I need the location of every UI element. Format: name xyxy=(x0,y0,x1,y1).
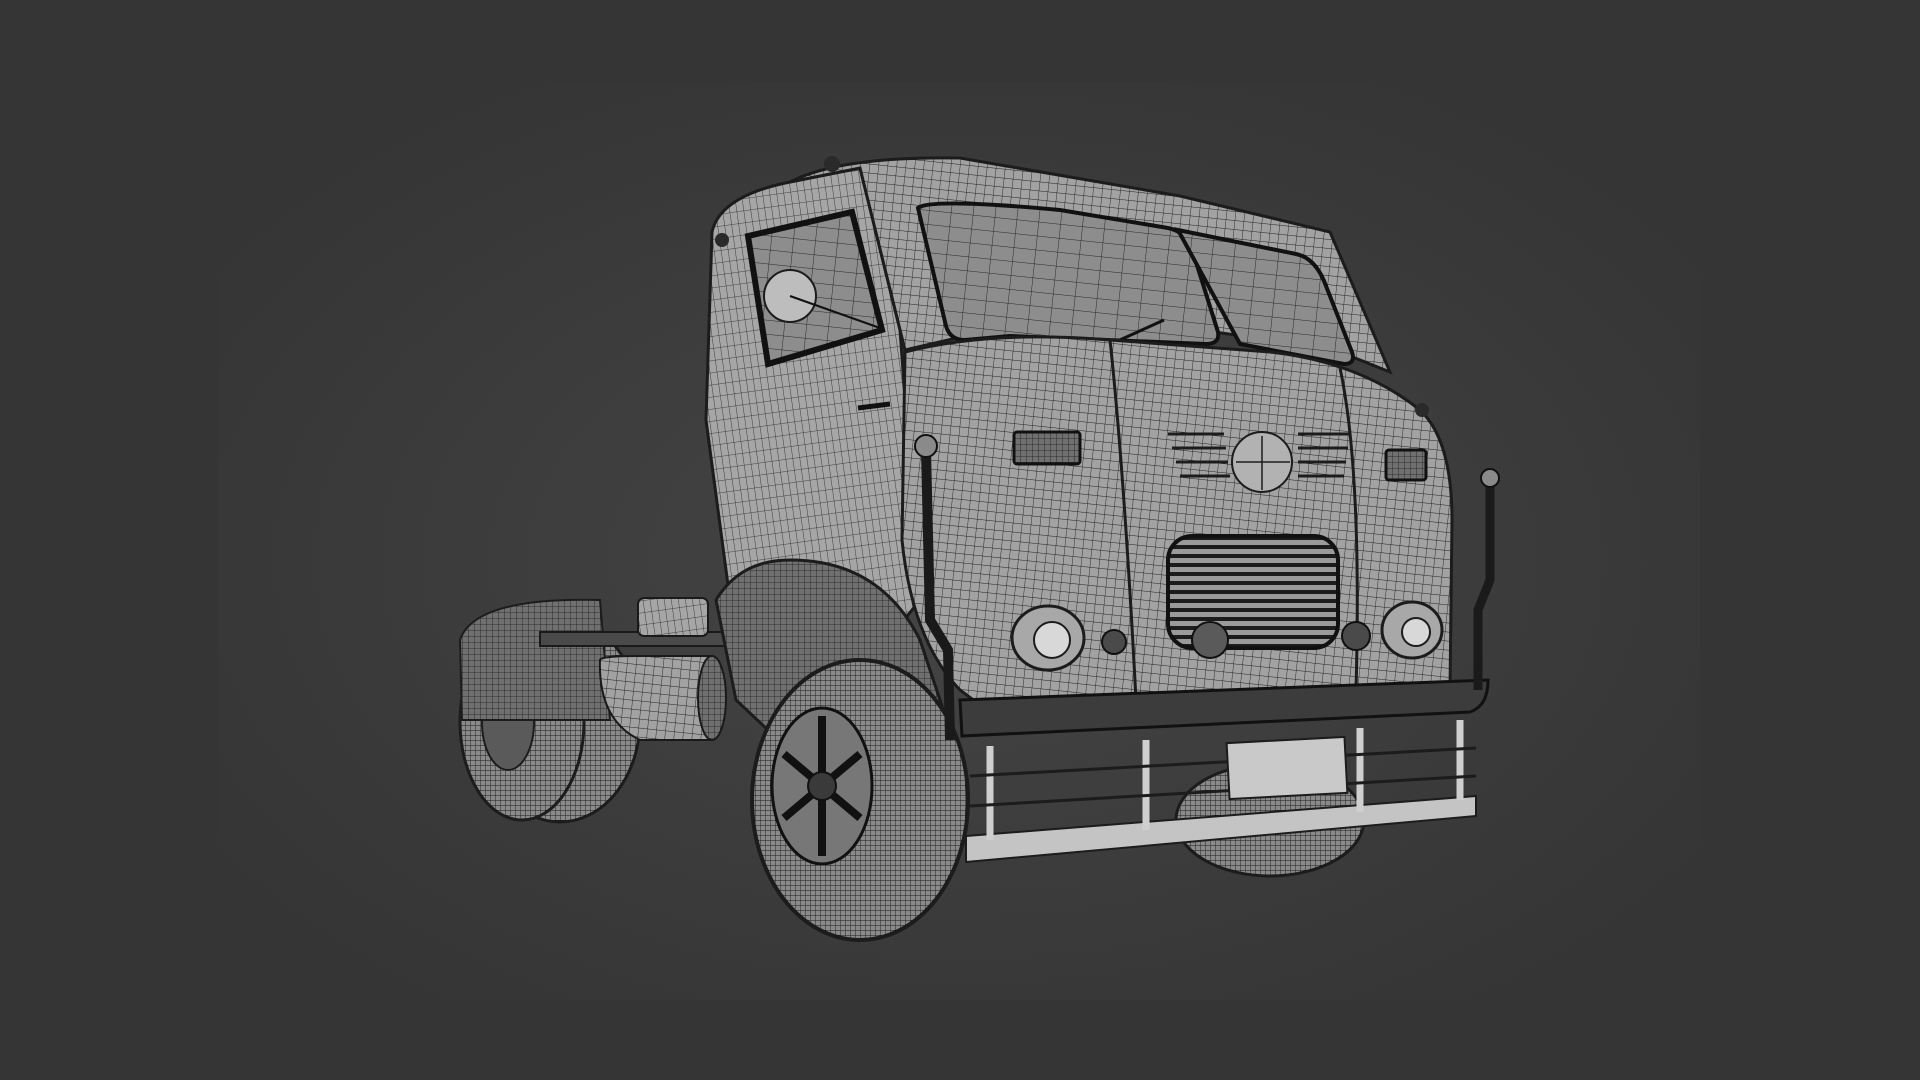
truck-scene xyxy=(0,0,1920,1080)
rear-fender xyxy=(458,598,612,721)
fuel-tank-cap xyxy=(697,655,727,741)
exhaust-cap-left xyxy=(914,434,938,458)
fifth-wheel xyxy=(637,597,709,637)
render-viewport xyxy=(0,0,1920,1080)
vent-right xyxy=(1384,448,1428,482)
marker-light-1 xyxy=(824,156,840,172)
fog-light xyxy=(1191,621,1229,659)
marker-light-2 xyxy=(715,233,729,247)
vent-left xyxy=(1012,430,1082,466)
exhaust-cap-right xyxy=(1480,468,1500,488)
license-plate xyxy=(1225,735,1349,801)
cab-front xyxy=(900,335,1454,722)
front-hub xyxy=(807,771,837,801)
marker-light-3 xyxy=(1415,403,1429,417)
